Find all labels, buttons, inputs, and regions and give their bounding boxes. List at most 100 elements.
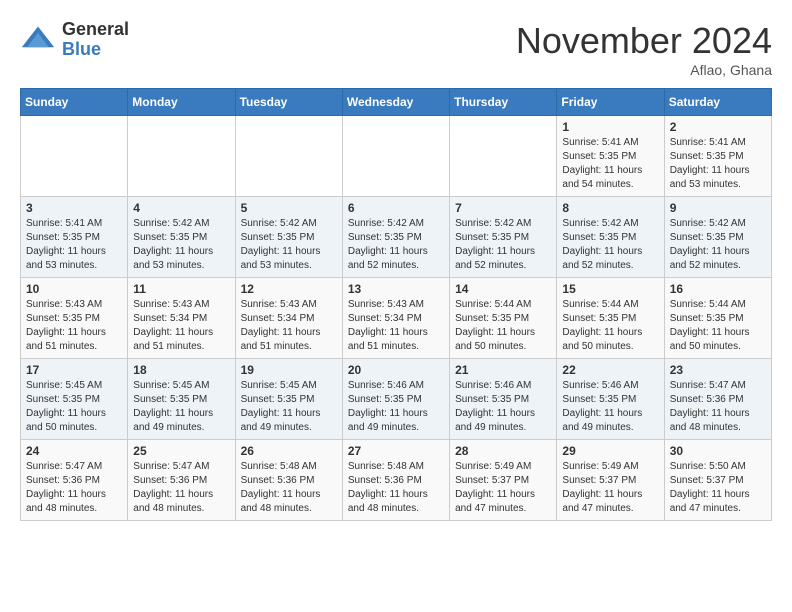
calendar-cell: 21Sunrise: 5:46 AMSunset: 5:35 PMDayligh… xyxy=(450,359,557,440)
calendar-week-row: 24Sunrise: 5:47 AMSunset: 5:36 PMDayligh… xyxy=(21,440,772,521)
calendar-cell: 1 Sunrise: 5:41 AMSunset: 5:35 PMDaylight… xyxy=(557,116,664,197)
day-info: Sunrise: 5:42 AMSunset: 5:35 PMDaylight:… xyxy=(670,217,766,273)
day-number: 29 xyxy=(562,444,658,458)
calendar-cell: 20Sunrise: 5:46 AMSunset: 5:35 PMDayligh… xyxy=(342,359,449,440)
calendar-week-row: 17 Sunrise: 5:45 AMSunset: 5:35 PMDayligh… xyxy=(21,359,772,440)
day-info: Sunrise: 5:44 AMSunset: 5:35 PMDaylight:… xyxy=(455,298,551,354)
day-number: 23 xyxy=(670,363,766,377)
day-number: 1 xyxy=(562,120,658,134)
day-number: 3 xyxy=(26,201,122,215)
calendar-cell xyxy=(128,116,235,197)
calendar-cell: 11 Sunrise: 5:43 AMSunset: 5:34 PMDayligh… xyxy=(128,278,235,359)
page-header: General Blue November 2024 Aflao, Ghana xyxy=(20,20,772,78)
day-info: Sunrise: 5:42 AMSunset: 5:35 PMDaylight:… xyxy=(455,217,551,273)
day-info: Sunrise: 5:43 AMSunset: 5:35 PMDaylight:… xyxy=(26,298,122,354)
weekday-header: Thursday xyxy=(450,89,557,116)
day-info: Sunrise: 5:45 AMSunset: 5:35 PMDaylight:… xyxy=(241,379,337,435)
logo-text: General Blue xyxy=(62,20,129,60)
day-number: 9 xyxy=(670,201,766,215)
day-number: 28 xyxy=(455,444,551,458)
logo-icon xyxy=(20,22,56,58)
weekday-header: Tuesday xyxy=(235,89,342,116)
calendar-cell: 29 Sunrise: 5:49 AMSunset: 5:37 PMDayligh… xyxy=(557,440,664,521)
day-info: Sunrise: 5:48 AMSunset: 5:36 PMDaylight:… xyxy=(241,460,337,516)
day-info: Sunrise: 5:42 AMSunset: 5:35 PMDaylight:… xyxy=(348,217,444,273)
title-block: November 2024 Aflao, Ghana xyxy=(516,20,772,78)
logo: General Blue xyxy=(20,20,129,60)
month-title: November 2024 xyxy=(516,20,772,62)
weekday-header: Saturday xyxy=(664,89,771,116)
day-number: 12 xyxy=(241,282,337,296)
day-number: 5 xyxy=(241,201,337,215)
calendar-cell: 9 Sunrise: 5:42 AMSunset: 5:35 PMDaylight… xyxy=(664,197,771,278)
day-info: Sunrise: 5:46 AMSunset: 5:35 PMDaylight:… xyxy=(348,379,444,435)
calendar-cell: 19 Sunrise: 5:45 AMSunset: 5:35 PMDayligh… xyxy=(235,359,342,440)
calendar-cell: 15Sunrise: 5:44 AMSunset: 5:35 PMDayligh… xyxy=(557,278,664,359)
day-number: 13 xyxy=(348,282,444,296)
calendar-cell: 18 Sunrise: 5:45 AMSunset: 5:35 PMDayligh… xyxy=(128,359,235,440)
calendar-cell xyxy=(21,116,128,197)
calendar-week-row: 1 Sunrise: 5:41 AMSunset: 5:35 PMDaylight… xyxy=(21,116,772,197)
calendar-cell: 6 Sunrise: 5:42 AMSunset: 5:35 PMDaylight… xyxy=(342,197,449,278)
day-number: 4 xyxy=(133,201,229,215)
day-info: Sunrise: 5:43 AMSunset: 5:34 PMDaylight:… xyxy=(348,298,444,354)
calendar-cell xyxy=(342,116,449,197)
day-number: 16 xyxy=(670,282,766,296)
calendar-cell: 25Sunrise: 5:47 AMSunset: 5:36 PMDayligh… xyxy=(128,440,235,521)
day-number: 10 xyxy=(26,282,122,296)
calendar-cell: 10 Sunrise: 5:43 AMSunset: 5:35 PMDayligh… xyxy=(21,278,128,359)
calendar-cell xyxy=(450,116,557,197)
day-info: Sunrise: 5:45 AMSunset: 5:35 PMDaylight:… xyxy=(26,379,122,435)
day-info: Sunrise: 5:43 AMSunset: 5:34 PMDaylight:… xyxy=(133,298,229,354)
day-number: 14 xyxy=(455,282,551,296)
weekday-header: Friday xyxy=(557,89,664,116)
day-number: 7 xyxy=(455,201,551,215)
day-number: 17 xyxy=(26,363,122,377)
weekday-header-row: SundayMondayTuesdayWednesdayThursdayFrid… xyxy=(21,89,772,116)
day-number: 18 xyxy=(133,363,229,377)
calendar-cell: 14 Sunrise: 5:44 AMSunset: 5:35 PMDayligh… xyxy=(450,278,557,359)
day-number: 19 xyxy=(241,363,337,377)
calendar-cell: 16 Sunrise: 5:44 AMSunset: 5:35 PMDayligh… xyxy=(664,278,771,359)
day-number: 21 xyxy=(455,363,551,377)
calendar-cell: 26 Sunrise: 5:48 AMSunset: 5:36 PMDayligh… xyxy=(235,440,342,521)
calendar-cell: 8Sunrise: 5:42 AMSunset: 5:35 PMDaylight… xyxy=(557,197,664,278)
day-info: Sunrise: 5:44 AMSunset: 5:35 PMDaylight:… xyxy=(670,298,766,354)
calendar-week-row: 3 Sunrise: 5:41 AMSunset: 5:35 PMDaylight… xyxy=(21,197,772,278)
day-number: 26 xyxy=(241,444,337,458)
calendar-cell: 12Sunrise: 5:43 AMSunset: 5:34 PMDayligh… xyxy=(235,278,342,359)
calendar: SundayMondayTuesdayWednesdayThursdayFrid… xyxy=(20,88,772,521)
calendar-cell: 2Sunrise: 5:41 AMSunset: 5:35 PMDaylight… xyxy=(664,116,771,197)
day-info: Sunrise: 5:42 AMSunset: 5:35 PMDaylight:… xyxy=(562,217,658,273)
calendar-cell: 28Sunrise: 5:49 AMSunset: 5:37 PMDayligh… xyxy=(450,440,557,521)
day-number: 11 xyxy=(133,282,229,296)
day-info: Sunrise: 5:41 AMSunset: 5:35 PMDaylight:… xyxy=(562,136,658,192)
day-info: Sunrise: 5:41 AMSunset: 5:35 PMDaylight:… xyxy=(26,217,122,273)
calendar-cell: 27 Sunrise: 5:48 AMSunset: 5:36 PMDayligh… xyxy=(342,440,449,521)
day-info: Sunrise: 5:44 AMSunset: 5:35 PMDaylight:… xyxy=(562,298,658,354)
calendar-cell: 17 Sunrise: 5:45 AMSunset: 5:35 PMDayligh… xyxy=(21,359,128,440)
weekday-header: Wednesday xyxy=(342,89,449,116)
calendar-cell xyxy=(235,116,342,197)
day-info: Sunrise: 5:47 AMSunset: 5:36 PMDaylight:… xyxy=(670,379,766,435)
calendar-cell: 24Sunrise: 5:47 AMSunset: 5:36 PMDayligh… xyxy=(21,440,128,521)
calendar-cell: 5 Sunrise: 5:42 AMSunset: 5:35 PMDaylight… xyxy=(235,197,342,278)
day-info: Sunrise: 5:42 AMSunset: 5:35 PMDaylight:… xyxy=(133,217,229,273)
day-info: Sunrise: 5:49 AMSunset: 5:37 PMDaylight:… xyxy=(562,460,658,516)
day-info: Sunrise: 5:47 AMSunset: 5:36 PMDaylight:… xyxy=(133,460,229,516)
calendar-cell: 7 Sunrise: 5:42 AMSunset: 5:35 PMDaylight… xyxy=(450,197,557,278)
calendar-cell: 13 Sunrise: 5:43 AMSunset: 5:34 PMDayligh… xyxy=(342,278,449,359)
calendar-week-row: 10 Sunrise: 5:43 AMSunset: 5:35 PMDayligh… xyxy=(21,278,772,359)
day-info: Sunrise: 5:50 AMSunset: 5:37 PMDaylight:… xyxy=(670,460,766,516)
day-number: 6 xyxy=(348,201,444,215)
day-info: Sunrise: 5:48 AMSunset: 5:36 PMDaylight:… xyxy=(348,460,444,516)
day-number: 22 xyxy=(562,363,658,377)
calendar-cell: 4 Sunrise: 5:42 AMSunset: 5:35 PMDaylight… xyxy=(128,197,235,278)
day-info: Sunrise: 5:42 AMSunset: 5:35 PMDaylight:… xyxy=(241,217,337,273)
day-info: Sunrise: 5:45 AMSunset: 5:35 PMDaylight:… xyxy=(133,379,229,435)
calendar-cell: 30 Sunrise: 5:50 AMSunset: 5:37 PMDayligh… xyxy=(664,440,771,521)
day-info: Sunrise: 5:47 AMSunset: 5:36 PMDaylight:… xyxy=(26,460,122,516)
day-number: 30 xyxy=(670,444,766,458)
day-number: 27 xyxy=(348,444,444,458)
day-number: 2 xyxy=(670,120,766,134)
